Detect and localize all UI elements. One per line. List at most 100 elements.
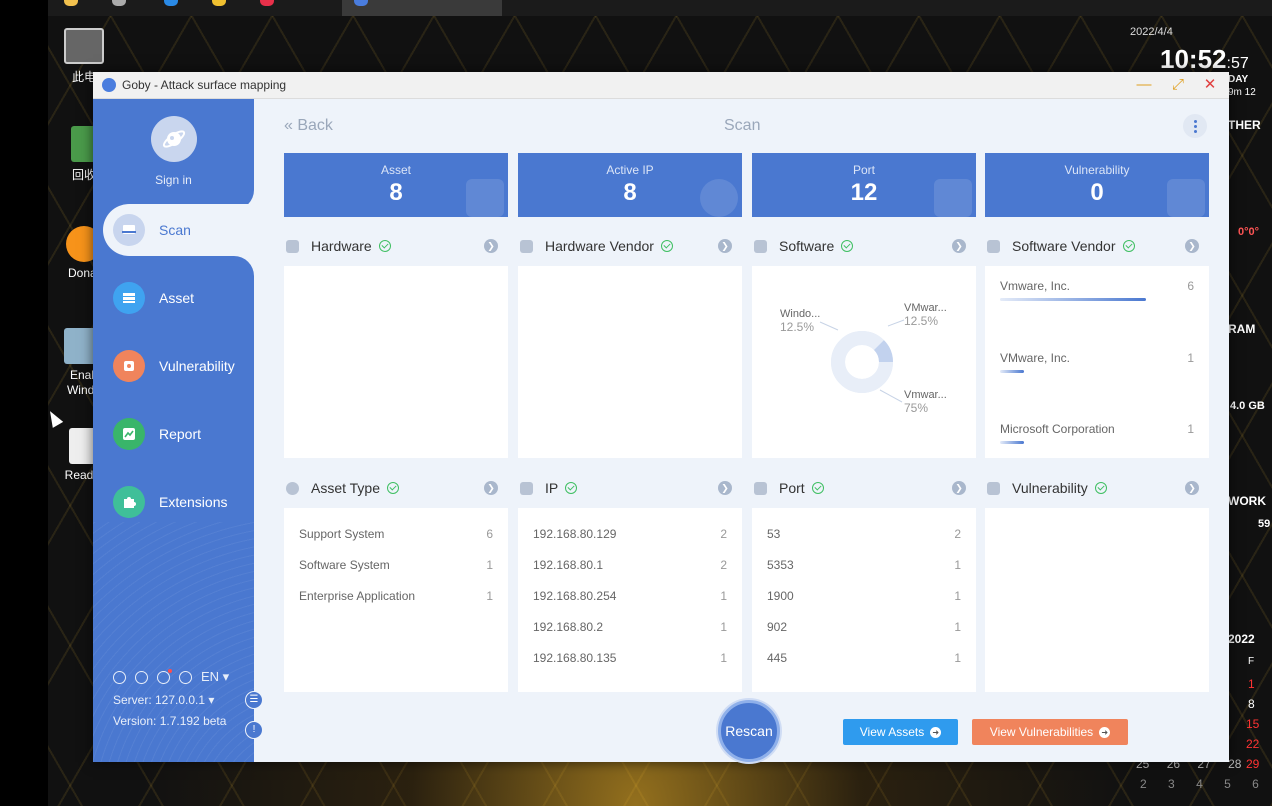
check-icon xyxy=(841,240,854,252)
view-vulnerabilities-button[interactable]: View Vulnerabilities ➜ xyxy=(972,719,1128,745)
chevron-right-icon[interactable]: ❯ xyxy=(1185,481,1199,495)
arrow-right-icon: ➜ xyxy=(1099,726,1111,738)
title-bar[interactable]: Goby - Attack surface mapping — ⤢ ✕ xyxy=(93,72,1229,99)
taskbar-app-icon[interactable] xyxy=(64,0,78,6)
list-item[interactable]: Software System 1 xyxy=(299,558,493,572)
edge-icon[interactable] xyxy=(164,0,178,6)
widget-date: 2022/4/4 xyxy=(1130,26,1173,38)
widget-day: DAY xyxy=(1228,74,1249,85)
donut-slice[interactable] xyxy=(873,340,893,363)
list-item[interactable]: VMware, Inc. 1 xyxy=(1000,351,1194,373)
list-item[interactable]: Enterprise Application 1 xyxy=(299,589,493,603)
stat-label: Asset xyxy=(380,163,411,177)
chevron-right-icon[interactable]: ❯ xyxy=(718,481,732,495)
stat-card-vulnerability[interactable]: Vulnerability 0 xyxy=(985,153,1209,217)
stat-card-asset[interactable]: Asset 8 xyxy=(284,153,508,217)
chevron-right-icon[interactable]: ❯ xyxy=(718,239,732,253)
goby-logo-icon xyxy=(102,78,116,92)
rescan-button[interactable]: Rescan xyxy=(718,700,780,762)
widget-calendar-day: 15 xyxy=(1246,717,1260,731)
planet-icon xyxy=(162,130,186,148)
widget-calendar-row: 2 3 4 5 6 xyxy=(1140,777,1259,791)
list-item[interactable]: Vmware, Inc. 6 xyxy=(1000,279,1194,301)
language-selector[interactable]: EN ▾ xyxy=(201,669,229,685)
view-assets-button[interactable]: View Assets ➜ xyxy=(843,719,958,745)
screen-edge xyxy=(0,0,48,806)
widget-weather-label: THER xyxy=(1228,118,1261,132)
maximize-button[interactable]: ⤢ xyxy=(1167,75,1189,95)
list-item[interactable]: 192.168.80.135 1 xyxy=(533,651,727,665)
list-item[interactable]: 53 2 xyxy=(767,527,961,541)
sidebar-item-vulnerability[interactable]: Vulnerability xyxy=(103,340,254,392)
widget-calendar-year: 2022 xyxy=(1228,632,1255,646)
sidebar-footer: EN ▾ Server: 127.0.0.1 ▾ Version: 1.7.19… xyxy=(113,668,229,728)
list-item[interactable]: 5353 1 xyxy=(767,558,961,572)
check-icon xyxy=(811,482,824,494)
list-item[interactable]: Microsoft Corporation 1 xyxy=(1000,422,1194,444)
section-header-hardware: Hardware ❯ xyxy=(284,235,508,257)
sidebar-item-report[interactable]: Report xyxy=(103,408,254,460)
sidebar-item-asset[interactable]: Asset xyxy=(103,272,254,324)
port-icon xyxy=(934,179,972,217)
stat-label: Active IP xyxy=(606,163,654,177)
chevron-right-icon[interactable]: ❯ xyxy=(952,239,966,253)
taskbar-app-icon[interactable] xyxy=(112,0,126,6)
monitor-icon xyxy=(520,481,533,495)
chevron-right-icon[interactable]: ❯ xyxy=(484,239,498,253)
donut-slice[interactable] xyxy=(861,331,884,351)
widget-uptime: 9m 12 xyxy=(1228,87,1256,98)
folder-icon[interactable] xyxy=(212,0,226,6)
widget-calendar-day: 29 xyxy=(1246,757,1260,771)
minimize-button[interactable]: — xyxy=(1133,75,1155,95)
avatar[interactable] xyxy=(151,116,197,162)
window-title: Goby - Attack surface mapping xyxy=(122,78,287,92)
list-item[interactable]: 192.168.80.254 1 xyxy=(533,589,727,603)
more-options-icon[interactable] xyxy=(1183,114,1207,138)
sidebar-item-extensions[interactable]: Extensions xyxy=(103,476,254,528)
check-icon xyxy=(660,240,673,252)
back-button[interactable]: « Back xyxy=(284,117,333,135)
stat-card-port[interactable]: Port 12 xyxy=(752,153,976,217)
version-label: Version: 1.7.192 beta xyxy=(113,714,227,728)
info-icon[interactable] xyxy=(179,670,192,684)
chevron-right-icon[interactable]: ❯ xyxy=(484,481,498,495)
stat-card-active-ip[interactable]: Active IP 8 xyxy=(518,153,742,217)
sidebar-item-scan[interactable]: Scan xyxy=(103,204,254,256)
chevron-right-icon[interactable]: ❯ xyxy=(952,481,966,495)
taskbar-goby-app[interactable] xyxy=(342,0,502,16)
chevron-right-icon[interactable]: ❯ xyxy=(1185,239,1199,253)
warning-icon[interactable]: ! xyxy=(245,721,263,739)
software-card: Windo... 12.5% VMwar... 12.5% Vmwar... 75% xyxy=(752,266,976,458)
vendor-bar xyxy=(1000,298,1146,301)
sidebar-item-label: Vulnerability xyxy=(159,358,235,374)
goby-window: Goby - Attack surface mapping — ⤢ ✕ Sign… xyxy=(93,72,1229,762)
vulnerability-card xyxy=(985,508,1209,692)
list-item[interactable]: 192.168.80.2 1 xyxy=(533,620,727,634)
asset-type-card: Support System 6 Software System 1 Enterpr… xyxy=(284,508,508,692)
widget-network-value: 59 xyxy=(1258,518,1271,530)
list-item[interactable]: 1900 1 xyxy=(767,589,961,603)
close-button[interactable]: ✕ xyxy=(1199,75,1221,95)
widget-ram-value: 4.0 GB xyxy=(1230,400,1265,412)
section-header-software-vendor: Software Vendor ❯ xyxy=(985,235,1209,257)
check-icon xyxy=(378,240,391,252)
list-item[interactable]: 445 1 xyxy=(767,651,961,665)
software-icon xyxy=(754,239,767,253)
main-content: « Back Scan Asset 8 Active IP 8 Port 12 … xyxy=(254,99,1229,762)
menu-list-icon[interactable]: ☰ xyxy=(245,691,263,709)
list-item[interactable]: Support System 6 xyxy=(299,527,493,541)
pie-label: VMwar... 12.5% xyxy=(904,302,947,328)
widget-calendar-header: F xyxy=(1248,656,1255,667)
taskbar xyxy=(48,0,1272,16)
history-icon[interactable] xyxy=(157,668,172,684)
list-item[interactable]: 902 1 xyxy=(767,620,961,634)
record-icon[interactable] xyxy=(260,0,274,6)
ip-icon xyxy=(700,179,738,217)
server-selector[interactable]: Server: 127.0.0.1 ▾ xyxy=(113,693,229,707)
sign-in-link[interactable]: Sign in xyxy=(93,173,254,187)
list-item[interactable]: 192.168.80.1 2 xyxy=(533,558,727,572)
gear-icon[interactable] xyxy=(135,670,148,684)
list-item[interactable]: 192.168.80.129 2 xyxy=(533,527,727,541)
section-header-hardware-vendor: Hardware Vendor ❯ xyxy=(518,235,742,257)
power-icon[interactable] xyxy=(113,670,126,684)
